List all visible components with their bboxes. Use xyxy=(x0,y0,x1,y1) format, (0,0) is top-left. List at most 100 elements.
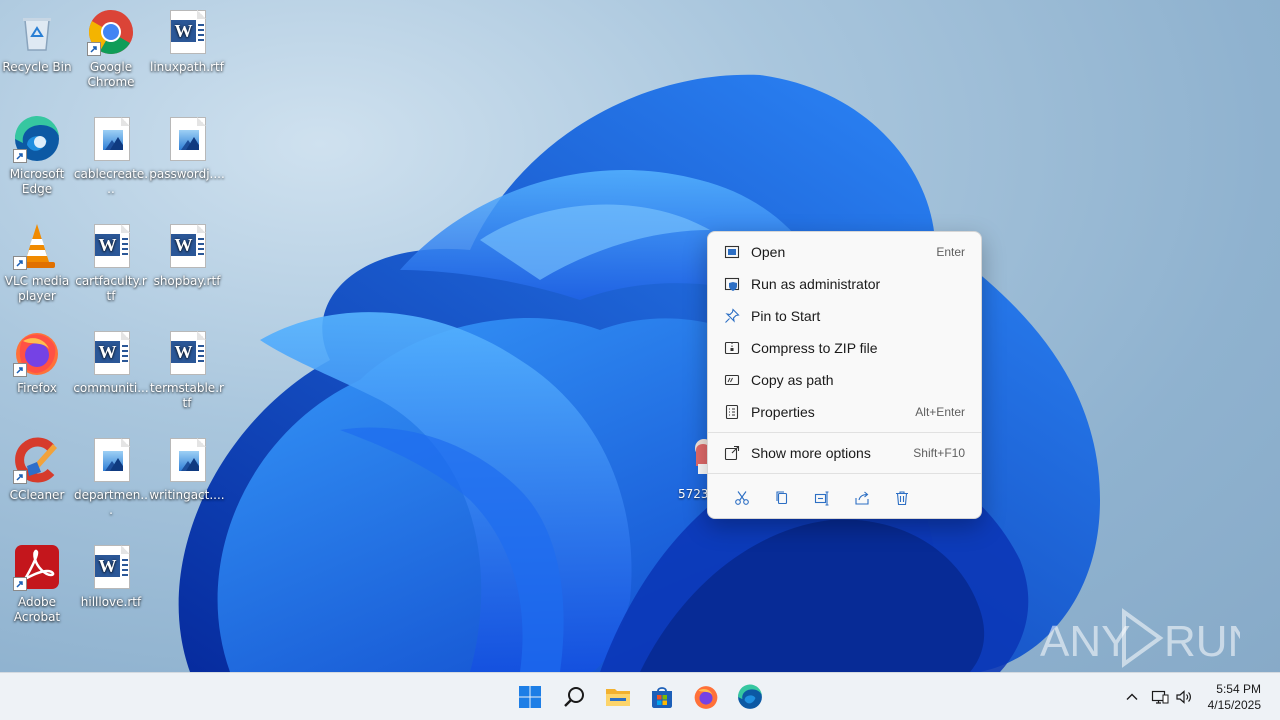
desktop-icon-label: linuxpath.rtf xyxy=(150,60,224,74)
word-document-icon: W xyxy=(163,329,211,377)
desktop-icon-cartfaculty[interactable]: W cartfaculty.rtf xyxy=(73,222,149,304)
menu-item-label: Properties xyxy=(751,404,815,420)
more-options-icon xyxy=(724,445,740,461)
shortcut-arrow-icon xyxy=(13,149,27,163)
desktop-icon-hilllove[interactable]: W hilllove.rtf xyxy=(73,543,149,610)
edge-taskbar-button[interactable] xyxy=(730,677,770,717)
menu-item-show-more-options[interactable]: Show more options Shift+F10 xyxy=(708,437,981,469)
context-menu: Open Enter Run as administrator Pin to S… xyxy=(707,231,982,519)
search-icon xyxy=(564,687,584,707)
shortcut-arrow-icon xyxy=(13,470,27,484)
rename-button[interactable] xyxy=(802,482,842,514)
volume-button[interactable] xyxy=(1172,685,1196,709)
zip-icon xyxy=(724,340,740,356)
delete-icon xyxy=(896,491,908,506)
edge-icon xyxy=(738,684,762,709)
desktop-icon-vlc[interactable]: VLC media player xyxy=(0,222,75,304)
word-document-icon: W xyxy=(163,8,211,56)
start-button[interactable] xyxy=(510,677,550,717)
rename-icon xyxy=(814,491,829,506)
image-file-icon xyxy=(163,115,211,163)
cut-button[interactable] xyxy=(722,482,762,514)
menu-item-copy-as-path[interactable]: Copy as path xyxy=(708,364,981,396)
network-button[interactable] xyxy=(1148,685,1172,709)
copy-path-icon xyxy=(724,372,740,388)
desktop-icon-cablecreate[interactable]: cablecreate... xyxy=(73,115,149,197)
desktop-icon-google-chrome[interactable]: Google Chrome xyxy=(73,8,149,90)
word-document-icon: W xyxy=(87,543,135,591)
start-icon xyxy=(519,686,541,708)
desktop-icon-label: hilllove.rtf xyxy=(80,595,142,609)
watermark-text-right: RUN xyxy=(1164,617,1240,666)
copy-icon xyxy=(776,491,788,505)
pin-icon xyxy=(724,308,740,324)
desktop-icon-label: departmen... xyxy=(74,488,148,517)
shortcut-arrow-icon xyxy=(13,577,27,591)
copy-button[interactable] xyxy=(762,482,802,514)
taskbar: 5:54 PM 4/15/2025 xyxy=(0,672,1280,720)
chrome-icon xyxy=(87,8,135,56)
ccleaner-icon xyxy=(13,436,61,484)
menu-separator xyxy=(708,432,981,433)
menu-item-properties[interactable]: Properties Alt+Enter xyxy=(708,396,981,428)
firefox-taskbar-button[interactable] xyxy=(686,677,726,717)
show-hidden-icons-button[interactable] xyxy=(1120,685,1144,709)
clock[interactable]: 5:54 PM 4/15/2025 xyxy=(1208,681,1261,713)
desktop-icon-label: termstable.rtf xyxy=(150,381,224,410)
word-document-icon: W xyxy=(163,222,211,270)
menu-item-label: Pin to Start xyxy=(751,308,821,324)
desktop-icon-shopbay[interactable]: W shopbay.rtf xyxy=(149,222,225,289)
volume-icon xyxy=(1176,690,1191,704)
desktop-icon-linuxpath[interactable]: W linuxpath.rtf xyxy=(149,8,225,75)
desktop-icon-microsoft-edge[interactable]: Microsoft Edge xyxy=(0,115,75,197)
file-explorer-button[interactable] xyxy=(598,677,638,717)
menu-item-shortcut: Alt+Enter xyxy=(915,405,965,419)
acrobat-icon xyxy=(13,543,61,591)
menu-item-label: Copy as path xyxy=(751,372,834,388)
firefox-icon xyxy=(694,686,718,709)
menu-item-open[interactable]: Open Enter xyxy=(708,236,981,268)
clock-time: 5:54 PM xyxy=(1216,682,1261,696)
desktop-icon-recycle-bin[interactable]: Recycle Bin xyxy=(0,8,75,75)
desktop-icon-writingact[interactable]: writingact.... xyxy=(149,436,225,503)
menu-item-label: Run as administrator xyxy=(751,276,881,292)
menu-item-label: Open xyxy=(751,244,786,260)
shortcut-arrow-icon xyxy=(13,363,27,377)
menu-item-pin-to-start[interactable]: Pin to Start xyxy=(708,300,981,332)
desktop-icon-label: VLC media player xyxy=(4,274,70,303)
menu-separator xyxy=(708,473,981,474)
search-button[interactable] xyxy=(554,677,594,717)
menu-item-compress-zip[interactable]: Compress to ZIP file xyxy=(708,332,981,364)
desktop-icon-label: writingact.... xyxy=(149,488,225,502)
desktop-icon-communiti[interactable]: W communiti... xyxy=(73,329,149,396)
desktop-icon-label: Recycle Bin xyxy=(2,60,72,74)
image-file-icon xyxy=(87,115,135,163)
share-icon xyxy=(855,491,869,505)
app-file-icon xyxy=(695,439,713,474)
chevron-up-icon xyxy=(1126,693,1138,700)
desktop-icon-label: Google Chrome xyxy=(87,60,135,89)
desktop-icon-adobe-acrobat[interactable]: Adobe Acrobat xyxy=(0,543,75,625)
delete-button[interactable] xyxy=(882,482,922,514)
desktop-icon-departmen[interactable]: departmen... xyxy=(73,436,149,518)
firefox-icon xyxy=(13,329,61,377)
word-document-icon: W xyxy=(87,329,135,377)
watermark-text-left: ANY xyxy=(1040,617,1130,666)
desktop-icon-label: cartfaculty.rtf xyxy=(75,274,147,303)
recycle-bin-icon xyxy=(13,8,61,56)
shield-window-icon xyxy=(724,276,740,292)
desktop-icon-passwordj[interactable]: passwordj.... xyxy=(149,115,225,182)
desktop-icon-firefox[interactable]: Firefox xyxy=(0,329,75,396)
desktop-icon-ccleaner[interactable]: CCleaner xyxy=(0,436,75,503)
desktop-icon-label: cablecreate... xyxy=(73,167,149,196)
desktop-icon-termstable[interactable]: W termstable.rtf xyxy=(149,329,225,411)
file-explorer-icon xyxy=(606,689,630,706)
menu-item-label: Show more options xyxy=(751,445,871,461)
store-icon xyxy=(652,687,672,708)
clock-date: 4/15/2025 xyxy=(1207,698,1261,712)
shortcut-arrow-icon xyxy=(13,256,27,270)
image-file-icon xyxy=(87,436,135,484)
menu-item-run-as-administrator[interactable]: Run as administrator xyxy=(708,268,981,300)
share-button[interactable] xyxy=(842,482,882,514)
store-button[interactable] xyxy=(642,677,682,717)
